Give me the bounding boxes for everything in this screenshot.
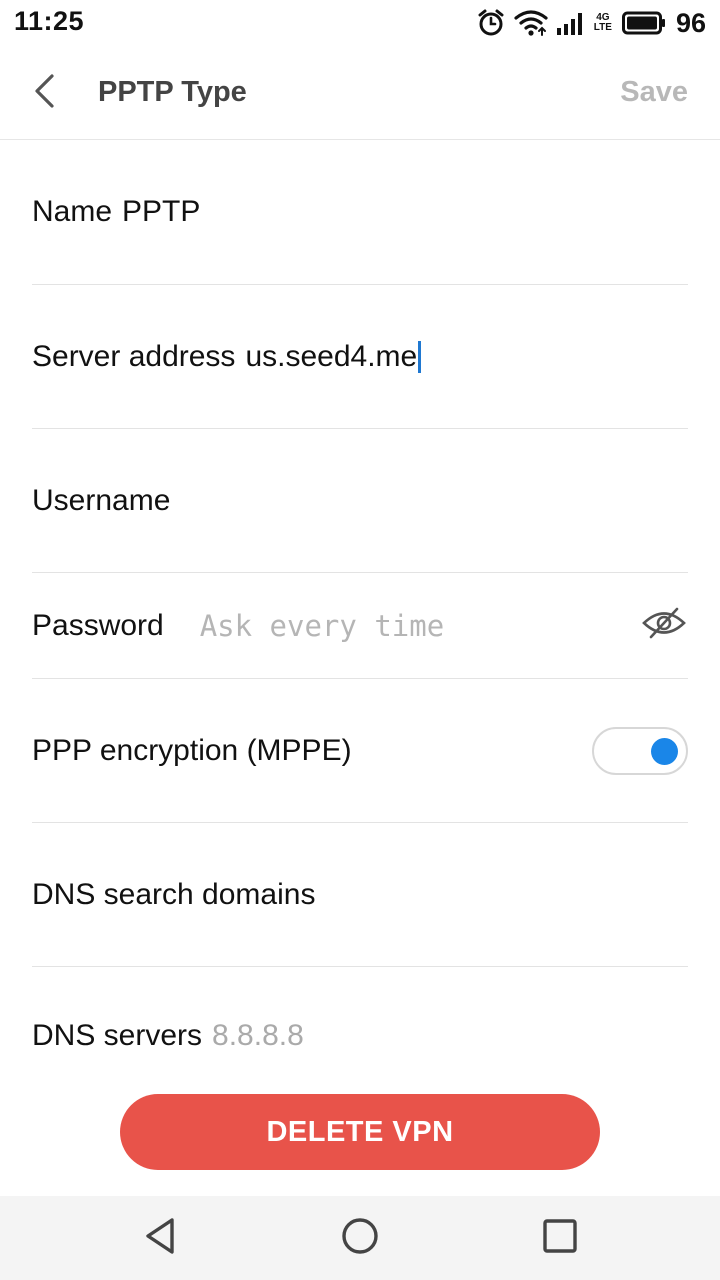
- status-bar: 11:25 4G LTE 96: [0, 0, 720, 46]
- text-cursor: [418, 340, 422, 373]
- dns-search-domains-row[interactable]: DNS search domains: [32, 823, 688, 967]
- nav-recents-button[interactable]: [536, 1214, 584, 1262]
- name-row[interactable]: Name PPTP: [32, 140, 688, 285]
- dns-search-domains-label: DNS search domains: [32, 877, 316, 911]
- save-button[interactable]: Save: [620, 76, 688, 109]
- server-address-row[interactable]: Server address us.seed4.me: [32, 285, 688, 429]
- encryption-toggle[interactable]: [592, 726, 688, 775]
- back-triangle-icon: [142, 1216, 178, 1261]
- battery-icon: [621, 11, 666, 35]
- username-row[interactable]: Username: [32, 429, 688, 573]
- status-icons: 4G LTE 96: [476, 6, 706, 40]
- status-time: 11:25: [14, 6, 85, 36]
- username-label: Username: [32, 483, 171, 517]
- back-button[interactable]: [22, 70, 66, 116]
- signal-icon: [556, 10, 586, 36]
- battery-level: 96: [675, 7, 706, 38]
- dns-servers-row[interactable]: DNS servers 8.8.8.8: [32, 967, 688, 1107]
- delete-vpn-button[interactable]: DELETE VPN: [120, 1094, 600, 1170]
- alarm-icon: [476, 8, 506, 38]
- toggle-knob: [651, 737, 678, 765]
- server-address-value: us.seed4.me: [245, 339, 418, 373]
- name-input[interactable]: PPTP: [122, 195, 200, 229]
- recents-square-icon: [542, 1218, 578, 1259]
- dns-servers-label: DNS servers: [32, 1019, 203, 1052]
- nav-back-button[interactable]: [136, 1214, 184, 1262]
- nav-home-button[interactable]: [336, 1214, 384, 1262]
- app-header: PPTP Type Save: [0, 46, 720, 140]
- password-row[interactable]: Password Ask every time: [32, 573, 688, 679]
- password-label: Password: [32, 608, 164, 642]
- password-visibility-toggle[interactable]: [640, 606, 688, 646]
- wifi-icon: [514, 9, 548, 37]
- encryption-label: PPP encryption (MPPE): [32, 733, 352, 767]
- encryption-row: PPP encryption (MPPE): [32, 679, 688, 823]
- dns-servers-input[interactable]: 8.8.8.8: [212, 1019, 304, 1053]
- eye-hidden-icon: [641, 606, 687, 645]
- home-circle-icon: [340, 1216, 380, 1261]
- server-address-input[interactable]: us.seed4.me: [245, 339, 422, 374]
- password-input[interactable]: Ask every time: [200, 609, 444, 643]
- server-address-label: Server address: [32, 339, 236, 373]
- chevron-left-icon: [32, 73, 56, 114]
- name-label: Name: [32, 195, 113, 228]
- network-type: 4G LTE: [594, 13, 612, 33]
- navigation-bar: [0, 1196, 720, 1280]
- network-type-bottom: LTE: [593, 22, 612, 33]
- page-title: PPTP Type: [98, 76, 247, 108]
